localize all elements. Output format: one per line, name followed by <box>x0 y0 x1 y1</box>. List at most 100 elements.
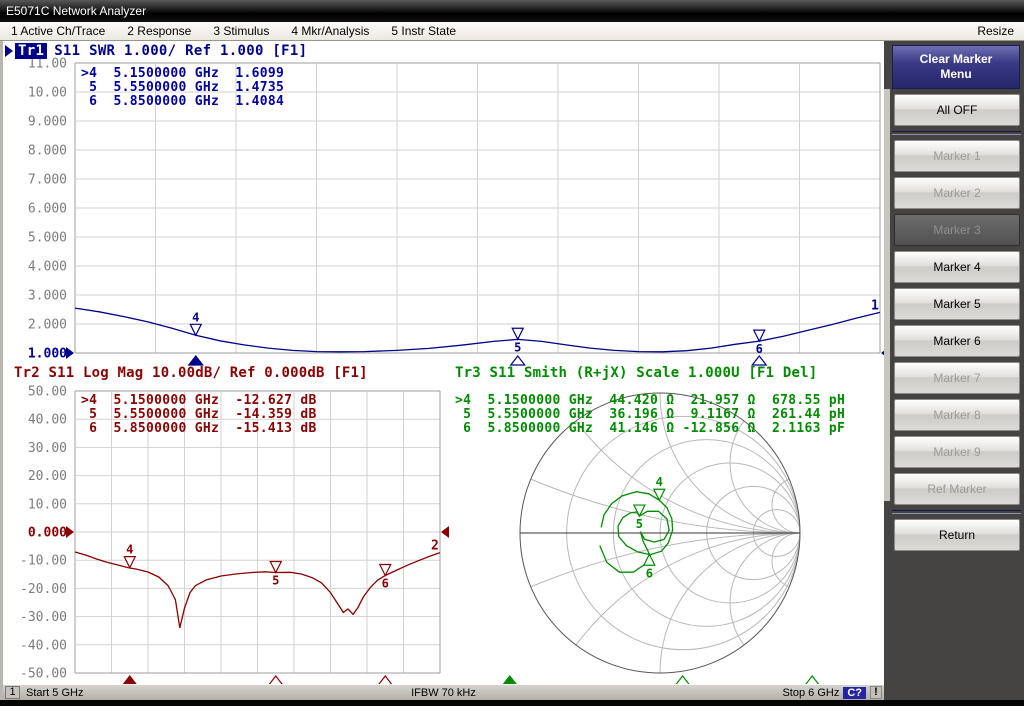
svg-text:4: 4 <box>192 310 199 324</box>
stimulus-marker-arrow <box>511 356 525 365</box>
y-axis-tick-label: 9.000 <box>28 115 67 130</box>
cal-status-badge: C? <box>843 687 866 699</box>
y-axis-tick-label: 20.00 <box>28 469 67 484</box>
softkey-marker-5[interactable]: Marker 5 <box>894 288 1020 320</box>
y-axis-tick-label: 10.00 <box>28 86 67 101</box>
softkey-marker-4[interactable]: Marker 4 <box>894 251 1020 283</box>
trace1-name-chip: Tr1 <box>15 43 47 59</box>
marker-readout-row: 6 5.8500000 GHz -15.413 dB <box>81 422 317 436</box>
svg-text:6: 6 <box>756 342 763 356</box>
app-window: E5071C Network Analyzer 1 Active Ch/Trac… <box>0 0 1024 706</box>
menu-bar: 1 Active Ch/Trace2 Response3 Stimulus4 M… <box>0 22 1024 41</box>
instrument-screen: 11.0010.009.0008.0007.0006.0005.0004.000… <box>3 41 884 700</box>
trace1-header: Tr1 S11 SWR 1.000/ Ref 1.000 [F1] <box>5 43 307 59</box>
softkey-marker-3[interactable]: Marker 3 <box>894 214 1020 246</box>
marker-4-symbol: 4 <box>124 543 135 568</box>
active-trace-arrow-icon <box>5 45 13 57</box>
softkey-menu-title: Clear Marker Menu <box>892 45 1020 89</box>
main-area: 11.0010.009.0008.0007.0006.0005.0004.000… <box>0 41 1024 700</box>
stimulus-marker-arrow <box>805 676 819 684</box>
stimulus-marker-arrow <box>378 676 392 684</box>
trace1-format-label: S11 SWR 1.000/ Ref 1.000 [F1] <box>54 43 307 59</box>
menu-item-2[interactable]: 2 Response <box>116 24 202 38</box>
menu-item-4[interactable]: 4 Mkr/Analysis <box>280 24 380 38</box>
menu-item-5[interactable]: 5 Instr State <box>380 24 467 38</box>
softkey-marker-9: Marker 9 <box>894 436 1020 468</box>
ref-level-arrow-left <box>66 526 74 538</box>
trace3-marker-readout: >4 5.1500000 GHz 44.420 Ω 21.957 Ω 678.5… <box>455 394 845 436</box>
stimulus-marker-arrow <box>123 676 137 684</box>
marker-readout-row: 6 5.8500000 GHz 1.4084 <box>81 95 284 109</box>
warning-indicator: ! <box>870 686 882 699</box>
softkey-scrollbar[interactable] <box>884 89 890 501</box>
resize-menu-item[interactable]: Resize <box>967 24 1024 38</box>
charts-canvas: 11.0010.009.0008.0007.0006.0005.0004.000… <box>3 41 884 684</box>
softkey-separator <box>892 131 1021 135</box>
trace2-header: Tr2 S11 Log Mag 10.00dB/ Ref 0.000dB [F1… <box>14 365 368 381</box>
svg-text:5: 5 <box>514 340 521 354</box>
tr3-trace <box>600 492 673 573</box>
y-axis-tick-label: -30.00 <box>20 610 67 625</box>
menu-item-1[interactable]: 1 Active Ch/Trace <box>0 24 116 38</box>
softkey-marker-2: Marker 2 <box>894 177 1020 209</box>
stimulus-marker-arrow <box>503 676 517 684</box>
y-axis-tick-label: 40.00 <box>28 413 67 428</box>
y-axis-tick-label: 3.000 <box>28 289 67 304</box>
stimulus-marker-arrow <box>676 676 690 684</box>
softkey-all-off[interactable]: All OFF <box>894 94 1020 126</box>
softkey-marker-7: Marker 7 <box>894 362 1020 394</box>
marker-6-symbol: 6 <box>644 554 655 580</box>
softkey-sidebar: Clear Marker Menu All OFF Marker 1 Marker … <box>884 41 1024 700</box>
stimulus-marker-arrow <box>752 356 766 365</box>
marker-readout-row: 5 5.5500000 GHz 36.196 Ω 9.1167 Ω 261.44… <box>455 408 845 422</box>
marker-readout-row: >4 5.1500000 GHz 44.420 Ω 21.957 Ω 678.5… <box>455 394 845 408</box>
y-axis-tick-label: 7.000 <box>28 173 67 188</box>
marker-4-symbol: 4 <box>654 475 665 500</box>
plot-area: 11.0010.009.0008.0007.0006.0005.0004.000… <box>3 41 884 684</box>
marker-readout-row: >4 5.1500000 GHz 1.6099 <box>81 67 284 81</box>
svg-text:6: 6 <box>646 566 653 580</box>
marker-readout-row: 5 5.5500000 GHz 1.4735 <box>81 81 284 95</box>
y-axis-tick-label: 50.00 <box>28 385 67 400</box>
y-axis-tick-label: -40.00 <box>20 638 67 653</box>
ref-level-arrow-right <box>441 526 449 538</box>
y-axis-tick-label: 5.000 <box>28 231 67 246</box>
window-title: E5071C Network Analyzer <box>6 4 146 18</box>
softkey-marker-1: Marker 1 <box>894 140 1020 172</box>
softkey-marker-6[interactable]: Marker 6 <box>894 325 1020 357</box>
status-ifbw: IFBW 70 kHz <box>3 687 884 699</box>
trace2-marker-readout: >4 5.1500000 GHz -12.627 dB 5 5.5500000 … <box>81 394 317 436</box>
marker-readout-row: 6 5.8500000 GHz 41.146 Ω -12.856 Ω 2.116… <box>455 422 845 436</box>
ref-level-arrow-left <box>66 347 74 359</box>
status-stop-frequency: Stop 6 GHz <box>782 687 839 699</box>
menu-item-3[interactable]: 3 Stimulus <box>202 24 280 38</box>
y-axis-tick-label: -50.00 <box>20 667 67 682</box>
y-axis-tick-label: 0.000 <box>28 526 67 541</box>
y-axis-tick-label: 10.00 <box>28 497 67 512</box>
window-bottom-border <box>0 700 1024 706</box>
stimulus-marker-arrow <box>189 356 203 365</box>
title-bar[interactable]: E5071C Network Analyzer <box>0 0 1024 22</box>
marker-5-symbol: 5 <box>270 561 281 587</box>
marker-readout-row: 5 5.5500000 GHz -14.359 dB <box>81 408 317 422</box>
y-axis-tick-label: 30.00 <box>28 441 67 456</box>
trace-number-label: 2 <box>431 539 439 554</box>
trace3-header: Tr3 S11 Smith (R+jX) Scale 1.000U [F1 De… <box>455 365 817 381</box>
svg-text:4: 4 <box>126 543 133 557</box>
trace-number-label: 1 <box>871 298 879 313</box>
marker-6-symbol: 6 <box>754 330 765 356</box>
marker-6-symbol: 6 <box>380 564 391 590</box>
softkey-return[interactable]: Return <box>894 519 1020 551</box>
softkey-marker-8: Marker 8 <box>894 399 1020 431</box>
y-axis-tick-label: -10.00 <box>20 554 67 569</box>
stimulus-marker-arrow <box>269 676 283 684</box>
y-axis-tick-label: 1.000 <box>28 347 67 362</box>
marker-5-symbol: 5 <box>634 505 645 531</box>
y-axis-tick-label: 2.000 <box>28 318 67 333</box>
y-axis-tick-label: 4.000 <box>28 260 67 275</box>
svg-text:4: 4 <box>656 475 663 489</box>
status-bar: 1 Start 5 GHz IFBW 70 kHz Stop 6 GHz C? … <box>3 684 884 700</box>
trace1-marker-readout: >4 5.1500000 GHz 1.6099 5 5.5500000 GHz … <box>81 67 284 109</box>
softkey-menu-title-line2: Menu <box>893 67 1019 82</box>
tr3-smith-chart: 4 5 6 <box>100 41 884 684</box>
